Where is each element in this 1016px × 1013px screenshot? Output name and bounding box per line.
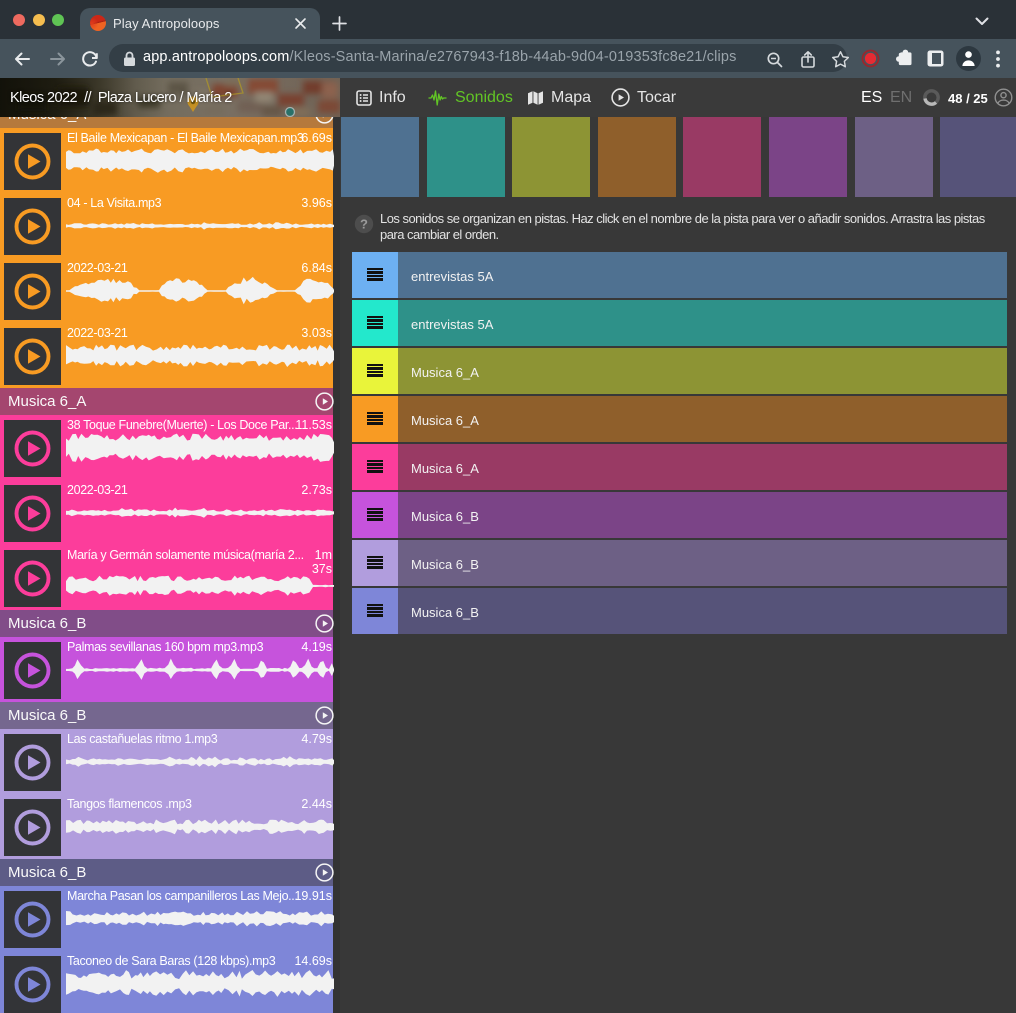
svg-text:?: ?	[360, 217, 368, 232]
